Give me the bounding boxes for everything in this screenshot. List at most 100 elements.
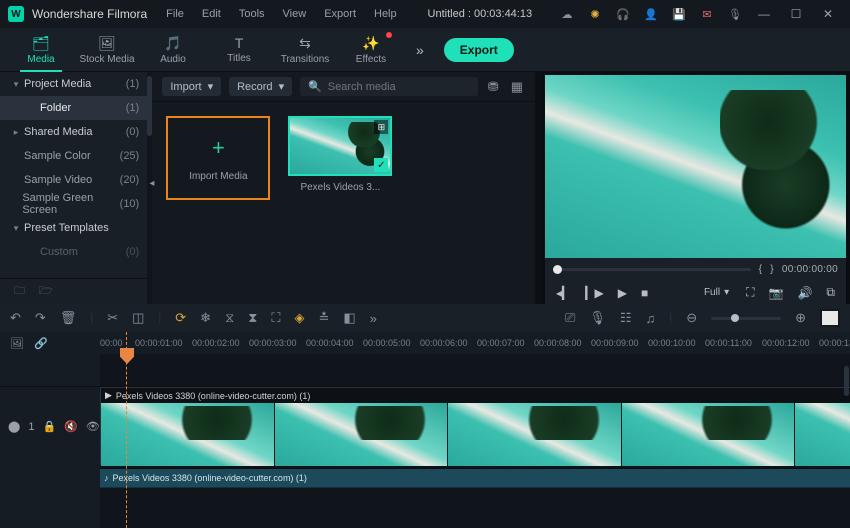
mixer-icon[interactable]: ⎚ bbox=[565, 310, 575, 326]
volume-icon[interactable]: 🔊 bbox=[794, 286, 815, 300]
filter-folder-icon[interactable]: 🗁 bbox=[39, 282, 53, 301]
voiceover-icon[interactable]: 🎙 bbox=[589, 310, 606, 326]
export-button[interactable]: Export bbox=[444, 38, 514, 62]
adjust-icon[interactable]: ≛ bbox=[318, 310, 329, 326]
sidebar-item-sample-video[interactable]: Sample Video (20) bbox=[0, 168, 147, 192]
mark-out-button[interactable]: } bbox=[770, 264, 774, 275]
sidebar-item-label: Sample Video bbox=[24, 174, 92, 186]
audio-icon[interactable]: ☷ bbox=[620, 310, 632, 326]
tab-effects[interactable]: ✨ Effects bbox=[340, 30, 402, 70]
tab-titles[interactable]: T Titles bbox=[208, 30, 270, 70]
zoom-in-button[interactable]: ⊕ bbox=[795, 310, 806, 326]
media-browser: Import ▾ Record ▾ 🔍 ⛃ ▦ + Import Media bbox=[152, 72, 535, 304]
fullscreen-icon[interactable]: ⧉ bbox=[823, 285, 838, 300]
sidebar-item-preset-templates[interactable]: ▾ Preset Templates bbox=[0, 216, 147, 240]
stop-button[interactable]: ■ bbox=[638, 286, 651, 300]
track-visibility-icon[interactable]: 👁 bbox=[86, 420, 100, 433]
title-bar: W Wondershare Filmora File Edit Tools Vi… bbox=[0, 0, 850, 28]
titles-icon: T bbox=[235, 35, 244, 51]
tab-transitions[interactable]: ⇆ Transitions bbox=[274, 30, 336, 70]
prev-frame-button[interactable]: ◂▎ bbox=[553, 286, 574, 300]
duration-icon[interactable]: ⧖ bbox=[225, 310, 234, 326]
sidebar-item-sample-color[interactable]: Sample Color (25) bbox=[0, 144, 147, 168]
menu-view[interactable]: View bbox=[276, 8, 314, 20]
new-folder-icon[interactable]: 🗀 bbox=[14, 282, 25, 301]
timeline-tracks[interactable]: 00:00 00:00:01:00 00:00:02:00 00:00:03:0… bbox=[100, 332, 850, 528]
search-input[interactable] bbox=[328, 81, 470, 93]
link-icon[interactable]: 🔗 bbox=[34, 337, 48, 350]
step-back-button[interactable]: ▎▶ bbox=[582, 286, 606, 300]
zoom-slider[interactable] bbox=[711, 317, 781, 320]
playhead[interactable] bbox=[126, 332, 127, 528]
menu-help[interactable]: Help bbox=[367, 8, 404, 20]
window-minimize-button[interactable]: ― bbox=[750, 3, 778, 25]
undo-button[interactable]: ↶ bbox=[10, 310, 21, 326]
preview-progress-slider[interactable] bbox=[553, 268, 751, 271]
tab-stock-media[interactable]: 🖼 Stock Media bbox=[76, 30, 138, 70]
display-settings-icon[interactable]: ⛶ bbox=[743, 285, 757, 300]
import-media-tile[interactable]: + Import Media bbox=[166, 116, 270, 200]
video-track-header[interactable]: ⬤ 1 🔒 🔇 👁 bbox=[0, 386, 100, 466]
sidebar-item-folder[interactable]: Folder (1) bbox=[0, 96, 147, 120]
tab-audio[interactable]: 🎵 Audio bbox=[142, 30, 204, 70]
sidebar-item-custom[interactable]: Custom (0) bbox=[0, 240, 147, 264]
clip-play-icon: ▶ bbox=[105, 390, 112, 401]
window-maximize-button[interactable]: ☐ bbox=[782, 3, 810, 25]
menu-export[interactable]: Export bbox=[317, 8, 363, 20]
timeline-scrollbar[interactable] bbox=[843, 354, 850, 528]
ruler-tick: 00:00:07:00 bbox=[477, 338, 525, 348]
split-button[interactable]: ✂ bbox=[107, 310, 118, 326]
reverse-icon[interactable]: ⧗ bbox=[248, 310, 257, 326]
collapse-handle-icon[interactable]: ◂ bbox=[149, 178, 154, 189]
music-icon[interactable]: ♫ bbox=[646, 311, 656, 326]
grid-view-icon[interactable]: ▦ bbox=[509, 79, 525, 95]
mark-in-button[interactable]: { bbox=[759, 264, 763, 275]
toolbar-more-button[interactable]: » bbox=[370, 311, 377, 326]
timeline-ruler[interactable]: 00:00 00:00:01:00 00:00:02:00 00:00:03:0… bbox=[100, 332, 850, 354]
redo-button[interactable]: ↷ bbox=[35, 310, 46, 326]
marker-list-icon[interactable]: 🖼 bbox=[10, 337, 24, 350]
zoom-out-button[interactable]: ⊖ bbox=[686, 310, 697, 326]
audio-track[interactable]: ♪ Pexels Videos 3380 (online-video-cutte… bbox=[100, 468, 850, 488]
audio-clip-title: Pexels Videos 3380 (online-video-cutter.… bbox=[113, 473, 307, 483]
search-media-box[interactable]: 🔍 bbox=[300, 77, 478, 96]
tab-media[interactable]: 🗂 Media bbox=[10, 30, 72, 70]
support-icon[interactable]: 🎧 bbox=[612, 3, 634, 25]
sidebar-item-project-media[interactable]: ▾ Project Media (1) bbox=[0, 72, 147, 96]
color-icon[interactable]: ◧ bbox=[343, 310, 355, 326]
account-icon[interactable]: 👤 bbox=[640, 3, 662, 25]
menu-tools[interactable]: Tools bbox=[232, 8, 272, 20]
audio-clip[interactable]: ♪ Pexels Videos 3380 (online-video-cutte… bbox=[100, 469, 850, 487]
video-track[interactable]: ▶ Pexels Videos 3380 (online-video-cutte… bbox=[100, 386, 850, 468]
play-button[interactable]: ▶ bbox=[615, 286, 630, 300]
freeze-frame-icon[interactable]: ❄ bbox=[200, 310, 211, 326]
marker-icon[interactable]: ◈ bbox=[294, 310, 304, 326]
settings-sparkle-icon[interactable]: ✺ bbox=[584, 3, 606, 25]
snapshot-icon[interactable]: 📷 bbox=[766, 286, 787, 300]
video-clip[interactable]: ▶ Pexels Videos 3380 (online-video-cutte… bbox=[100, 387, 850, 465]
notification-icon[interactable]: ✉ bbox=[696, 3, 718, 25]
voice-icon[interactable]: 🎙 bbox=[724, 3, 746, 25]
quality-dropdown[interactable]: Full ▾ bbox=[698, 286, 735, 299]
media-clip-tile[interactable]: ⊞ ✓ Pexels Videos 3... bbox=[288, 116, 392, 290]
fit-zoom-icon[interactable]: ⛶ bbox=[271, 310, 280, 326]
menu-file[interactable]: File bbox=[159, 8, 191, 20]
import-dropdown[interactable]: Import ▾ bbox=[162, 77, 221, 96]
sidebar-item-shared-media[interactable]: ▸ Shared Media (0) bbox=[0, 120, 147, 144]
delete-button[interactable]: 🗑 bbox=[60, 310, 77, 326]
sidebar-item-sample-green-screen[interactable]: Sample Green Screen (10) bbox=[0, 192, 147, 216]
preview-viewport[interactable] bbox=[545, 75, 846, 258]
filter-icon[interactable]: ⛃ bbox=[486, 79, 501, 95]
crop-button[interactable]: ◫ bbox=[132, 310, 144, 326]
sidebar-item-label: Shared Media bbox=[24, 126, 93, 138]
save-icon[interactable]: 💾 bbox=[668, 3, 690, 25]
thumbnail-toggle-button[interactable] bbox=[820, 309, 840, 327]
record-dropdown[interactable]: Record ▾ bbox=[229, 77, 292, 96]
menu-edit[interactable]: Edit bbox=[195, 8, 228, 20]
speed-button[interactable]: ⟳ bbox=[175, 310, 186, 326]
track-lock-icon[interactable]: 🔒 bbox=[42, 420, 56, 433]
ribbon-more-button[interactable]: » bbox=[406, 42, 434, 58]
cloud-icon[interactable]: ☁ bbox=[556, 3, 578, 25]
track-mute-icon[interactable]: 🔇 bbox=[64, 420, 78, 433]
window-close-button[interactable]: ✕ bbox=[814, 3, 842, 25]
